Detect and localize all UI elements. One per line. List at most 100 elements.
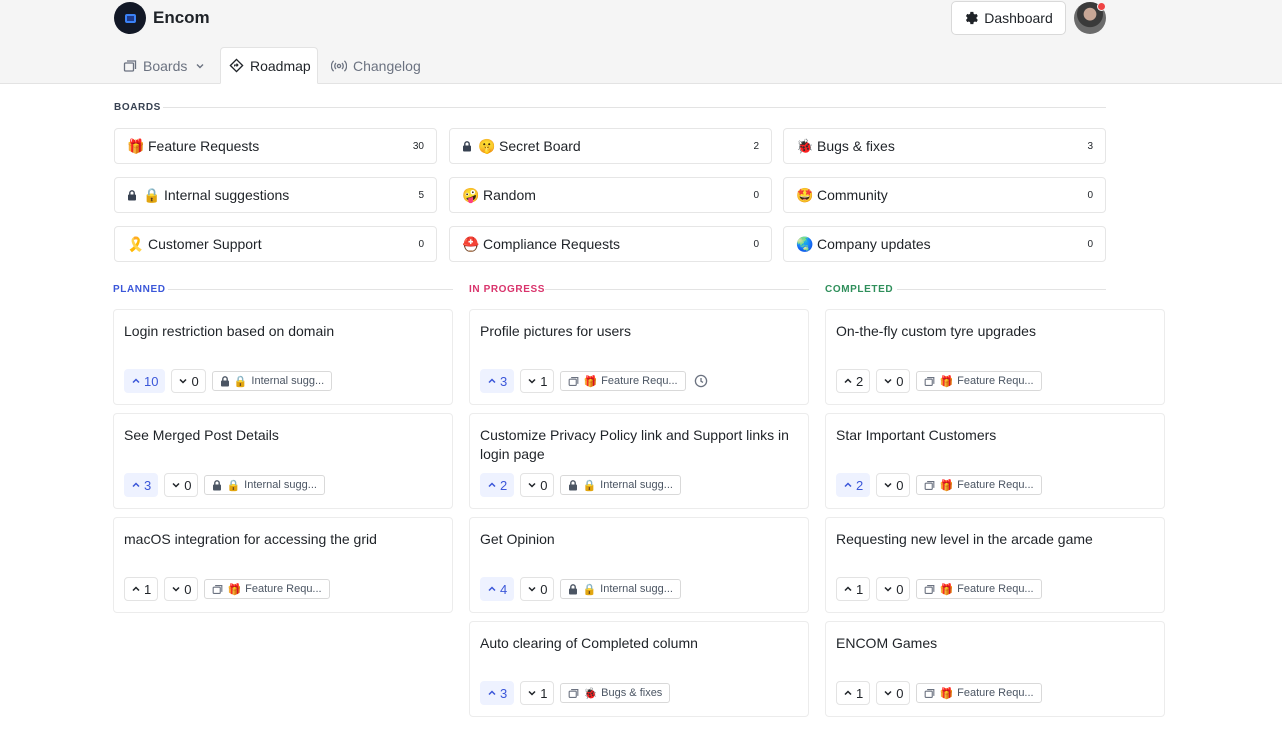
board-item[interactable]: 🐞 Bugs & fixes 3 — [783, 128, 1106, 164]
board-tag[interactable]: 🔒 Internal sugg... — [204, 475, 325, 495]
downvote-button[interactable]: 0 — [876, 473, 911, 497]
chevron-down-icon — [171, 480, 181, 490]
roadmap-card[interactable]: Login restriction based on domain 10 0 🔒… — [113, 309, 453, 405]
tab-changelog[interactable]: Changelog — [331, 47, 421, 84]
board-item[interactable]: 🎗️ Customer Support 0 — [114, 226, 437, 262]
board-tag-label: Feature Requ... — [957, 583, 1034, 595]
board-post-count: 2 — [753, 140, 759, 152]
board-emoji-icon: 🎁 — [939, 583, 954, 596]
tab-boards[interactable]: Boards — [123, 47, 205, 84]
boards-icon — [924, 480, 935, 491]
upvote-button[interactable]: 2 — [480, 473, 515, 497]
card-title: ENCOM Games — [836, 635, 938, 651]
downvote-count: 1 — [540, 685, 548, 701]
dashboard-button[interactable]: Dashboard — [951, 1, 1066, 35]
roadmap-card[interactable]: macOS integration for accessing the grid… — [113, 517, 453, 613]
roadmap-card[interactable]: See Merged Post Details 3 0 🔒 Internal su… — [113, 413, 453, 509]
upvote-button[interactable]: 2 — [836, 369, 871, 393]
downvote-button[interactable]: 0 — [876, 681, 911, 705]
chevron-up-icon — [487, 688, 497, 698]
upvote-button[interactable]: 1 — [836, 577, 871, 601]
chevron-down-icon — [195, 61, 205, 71]
board-tag[interactable]: 🔒 Internal sugg... — [560, 475, 681, 495]
upvote-button[interactable]: 3 — [480, 681, 515, 705]
board-emoji-icon: 🎁 — [939, 687, 954, 700]
chevron-down-icon — [527, 480, 537, 490]
downvote-button[interactable]: 0 — [520, 577, 555, 601]
board-tag[interactable]: 🎁 Feature Requ... — [916, 371, 1042, 391]
board-tag[interactable]: 🔒 Internal sugg... — [560, 579, 681, 599]
board-tag[interactable]: 🎁 Feature Requ... — [204, 579, 330, 599]
board-item[interactable]: ⛑️ Compliance Requests 0 — [449, 226, 772, 262]
upvote-button[interactable]: 3 — [480, 369, 515, 393]
chevron-up-icon — [843, 584, 853, 594]
downvote-button[interactable]: 1 — [520, 369, 555, 393]
board-item[interactable]: 🤫 Secret Board 2 — [449, 128, 772, 164]
roadmap-card[interactable]: On-the-fly custom tyre upgrades 2 0 🎁 Fea… — [825, 309, 1165, 405]
board-tag-label: Feature Requ... — [957, 375, 1034, 387]
board-name: Customer Support — [148, 236, 262, 252]
board-item[interactable]: 🤩 Community 0 — [783, 177, 1106, 213]
board-tag[interactable]: 🎁 Feature Requ... — [916, 579, 1042, 599]
chevron-up-icon — [843, 480, 853, 490]
card-footer: 2 0 🎁 Feature Requ... — [836, 473, 1042, 497]
card-footer: 3 1 🎁 Feature Requ... — [480, 369, 708, 393]
board-tag[interactable]: 🎁 Feature Requ... — [916, 683, 1042, 703]
board-emoji-icon: 🤩 — [796, 186, 814, 203]
upvote-button[interactable]: 1 — [124, 577, 159, 601]
lock-icon — [568, 479, 578, 491]
chevron-up-icon — [487, 480, 497, 490]
board-post-count: 5 — [418, 189, 424, 201]
downvote-button[interactable]: 0 — [520, 473, 555, 497]
roadmap-card[interactable]: ENCOM Games 1 0 🎁 Feature Requ... — [825, 621, 1165, 717]
roadmap-card[interactable]: Get Opinion 4 0 🔒 Internal sugg... — [469, 517, 809, 613]
roadmap-card[interactable]: Customize Privacy Policy link and Suppor… — [469, 413, 809, 509]
downvote-button[interactable]: 0 — [876, 369, 911, 393]
board-emoji-icon: 🔒 — [582, 583, 597, 596]
card-footer: 3 0 🔒 Internal sugg... — [124, 473, 325, 497]
board-tag[interactable]: 🎁 Feature Requ... — [560, 371, 686, 391]
board-post-count: 0 — [1087, 238, 1093, 250]
card-footer: 1 0 🎁 Feature Requ... — [836, 681, 1042, 705]
tab-roadmap[interactable]: Roadmap — [220, 47, 318, 84]
upvote-button[interactable]: 10 — [124, 369, 166, 393]
board-item[interactable]: 🔒 Internal suggestions 5 — [114, 177, 437, 213]
roadmap-card[interactable]: Requesting new level in the arcade game … — [825, 517, 1165, 613]
brand-name[interactable]: Encom — [153, 8, 210, 28]
card-footer: 3 1 🐞 Bugs & fixes — [480, 681, 671, 705]
roadmap-card[interactable]: Star Important Customers 2 0 🎁 Feature Re… — [825, 413, 1165, 509]
downvote-button[interactable]: 1 — [520, 681, 555, 705]
card-title: Star Important Customers — [836, 427, 997, 443]
board-name: Compliance Requests — [483, 236, 620, 252]
roadmap-card[interactable]: Profile pictures for users 3 1 🎁 Feature … — [469, 309, 809, 405]
downvote-button[interactable]: 0 — [164, 577, 199, 601]
board-tag[interactable]: 🐞 Bugs & fixes — [560, 683, 671, 703]
upvote-button[interactable]: 3 — [124, 473, 159, 497]
brand-logo[interactable] — [114, 2, 146, 34]
roadmap-card[interactable]: Auto clearing of Completed column 3 1 🐞 B… — [469, 621, 809, 717]
boards-icon — [924, 376, 935, 387]
upvote-button[interactable]: 2 — [836, 473, 871, 497]
board-item[interactable]: 🌏 Company updates 0 — [783, 226, 1106, 262]
board-emoji-icon: 🔒 — [233, 375, 248, 388]
board-tag[interactable]: 🎁 Feature Requ... — [916, 475, 1042, 495]
upvote-button[interactable]: 4 — [480, 577, 515, 601]
board-item[interactable]: 🎁 Feature Requests 30 — [114, 128, 437, 164]
chevron-up-icon — [131, 480, 141, 490]
lock-icon — [220, 375, 230, 387]
card-title: Profile pictures for users — [480, 323, 631, 339]
downvote-button[interactable]: 0 — [171, 369, 206, 393]
board-tag[interactable]: 🔒 Internal sugg... — [211, 371, 333, 391]
board-item[interactable]: 🤪 Random 0 — [449, 177, 772, 213]
lock-icon — [127, 189, 143, 201]
board-tag-label: Internal sugg... — [600, 583, 673, 595]
boards-icon — [924, 584, 935, 595]
upvote-count: 2 — [500, 477, 508, 493]
downvote-button[interactable]: 0 — [164, 473, 199, 497]
card-title: Requesting new level in the arcade game — [836, 531, 1093, 547]
board-tag-label: Bugs & fixes — [601, 687, 663, 699]
lock-icon — [568, 583, 578, 595]
upvote-count: 1 — [144, 581, 152, 597]
upvote-button[interactable]: 1 — [836, 681, 871, 705]
downvote-button[interactable]: 0 — [876, 577, 911, 601]
